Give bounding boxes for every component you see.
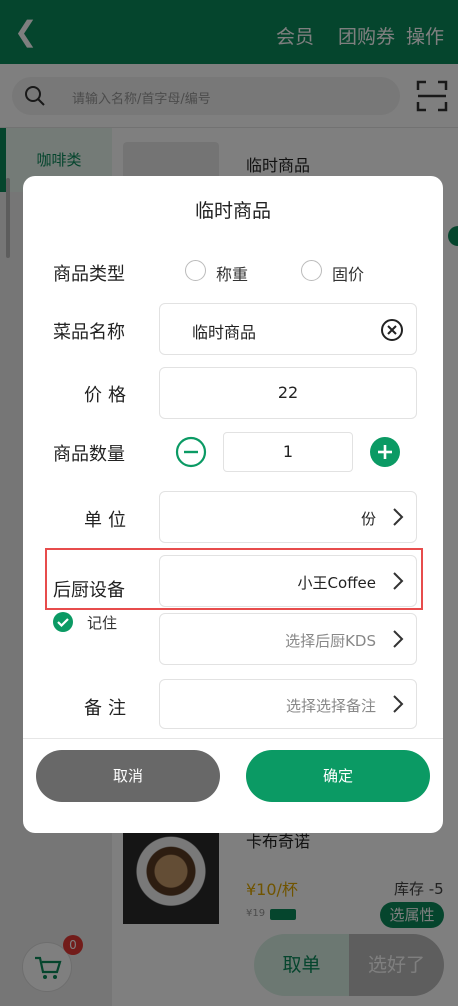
check-circle-icon[interactable]	[52, 611, 74, 633]
unit-value: 份	[360, 510, 376, 528]
confirm-button[interactable]: 确定	[246, 750, 430, 802]
quantity-label: 商品数量	[53, 444, 125, 465]
unit-select[interactable]: 份	[159, 491, 417, 543]
highlight-box	[45, 548, 423, 610]
type-label: 商品类型	[53, 264, 125, 285]
chevron-right-icon	[393, 508, 404, 526]
price-label: 价格	[84, 385, 132, 406]
name-label: 菜品名称	[53, 322, 125, 343]
chevron-right-icon	[393, 630, 404, 648]
name-field[interactable]: 临时商品	[159, 303, 417, 355]
radio-fixed-price[interactable]	[301, 260, 322, 281]
clear-icon[interactable]	[380, 318, 404, 342]
temp-product-dialog: 临时商品 商品类型 称重 固价 菜品名称 临时商品 价格 22 商品数量 1 单…	[23, 176, 443, 833]
name-value: 临时商品	[192, 323, 257, 342]
radio-weighed-label[interactable]: 称重	[216, 261, 248, 285]
dialog-title: 临时商品	[194, 200, 271, 222]
remark-placeholder: 选择选择备注	[285, 697, 376, 715]
kds-select[interactable]: 选择后厨KDS	[159, 613, 417, 665]
plus-icon[interactable]	[369, 436, 401, 468]
remark-select[interactable]: 选择选择备注	[159, 679, 417, 729]
minus-icon[interactable]	[175, 436, 207, 468]
cancel-button[interactable]: 取消	[36, 750, 220, 802]
unit-label: 单位	[84, 510, 132, 531]
radio-weighed[interactable]	[185, 260, 206, 281]
price-field[interactable]: 22	[159, 367, 417, 419]
price-value: 22	[277, 383, 299, 402]
quantity-input[interactable]: 1	[223, 432, 353, 472]
chevron-right-icon	[393, 695, 404, 713]
kds-placeholder: 选择后厨KDS	[285, 632, 376, 650]
radio-fixed-price-label[interactable]: 固价	[332, 261, 364, 285]
divider	[23, 738, 443, 739]
remark-label: 备注	[84, 698, 132, 719]
remember-label[interactable]: 记住	[87, 612, 117, 633]
